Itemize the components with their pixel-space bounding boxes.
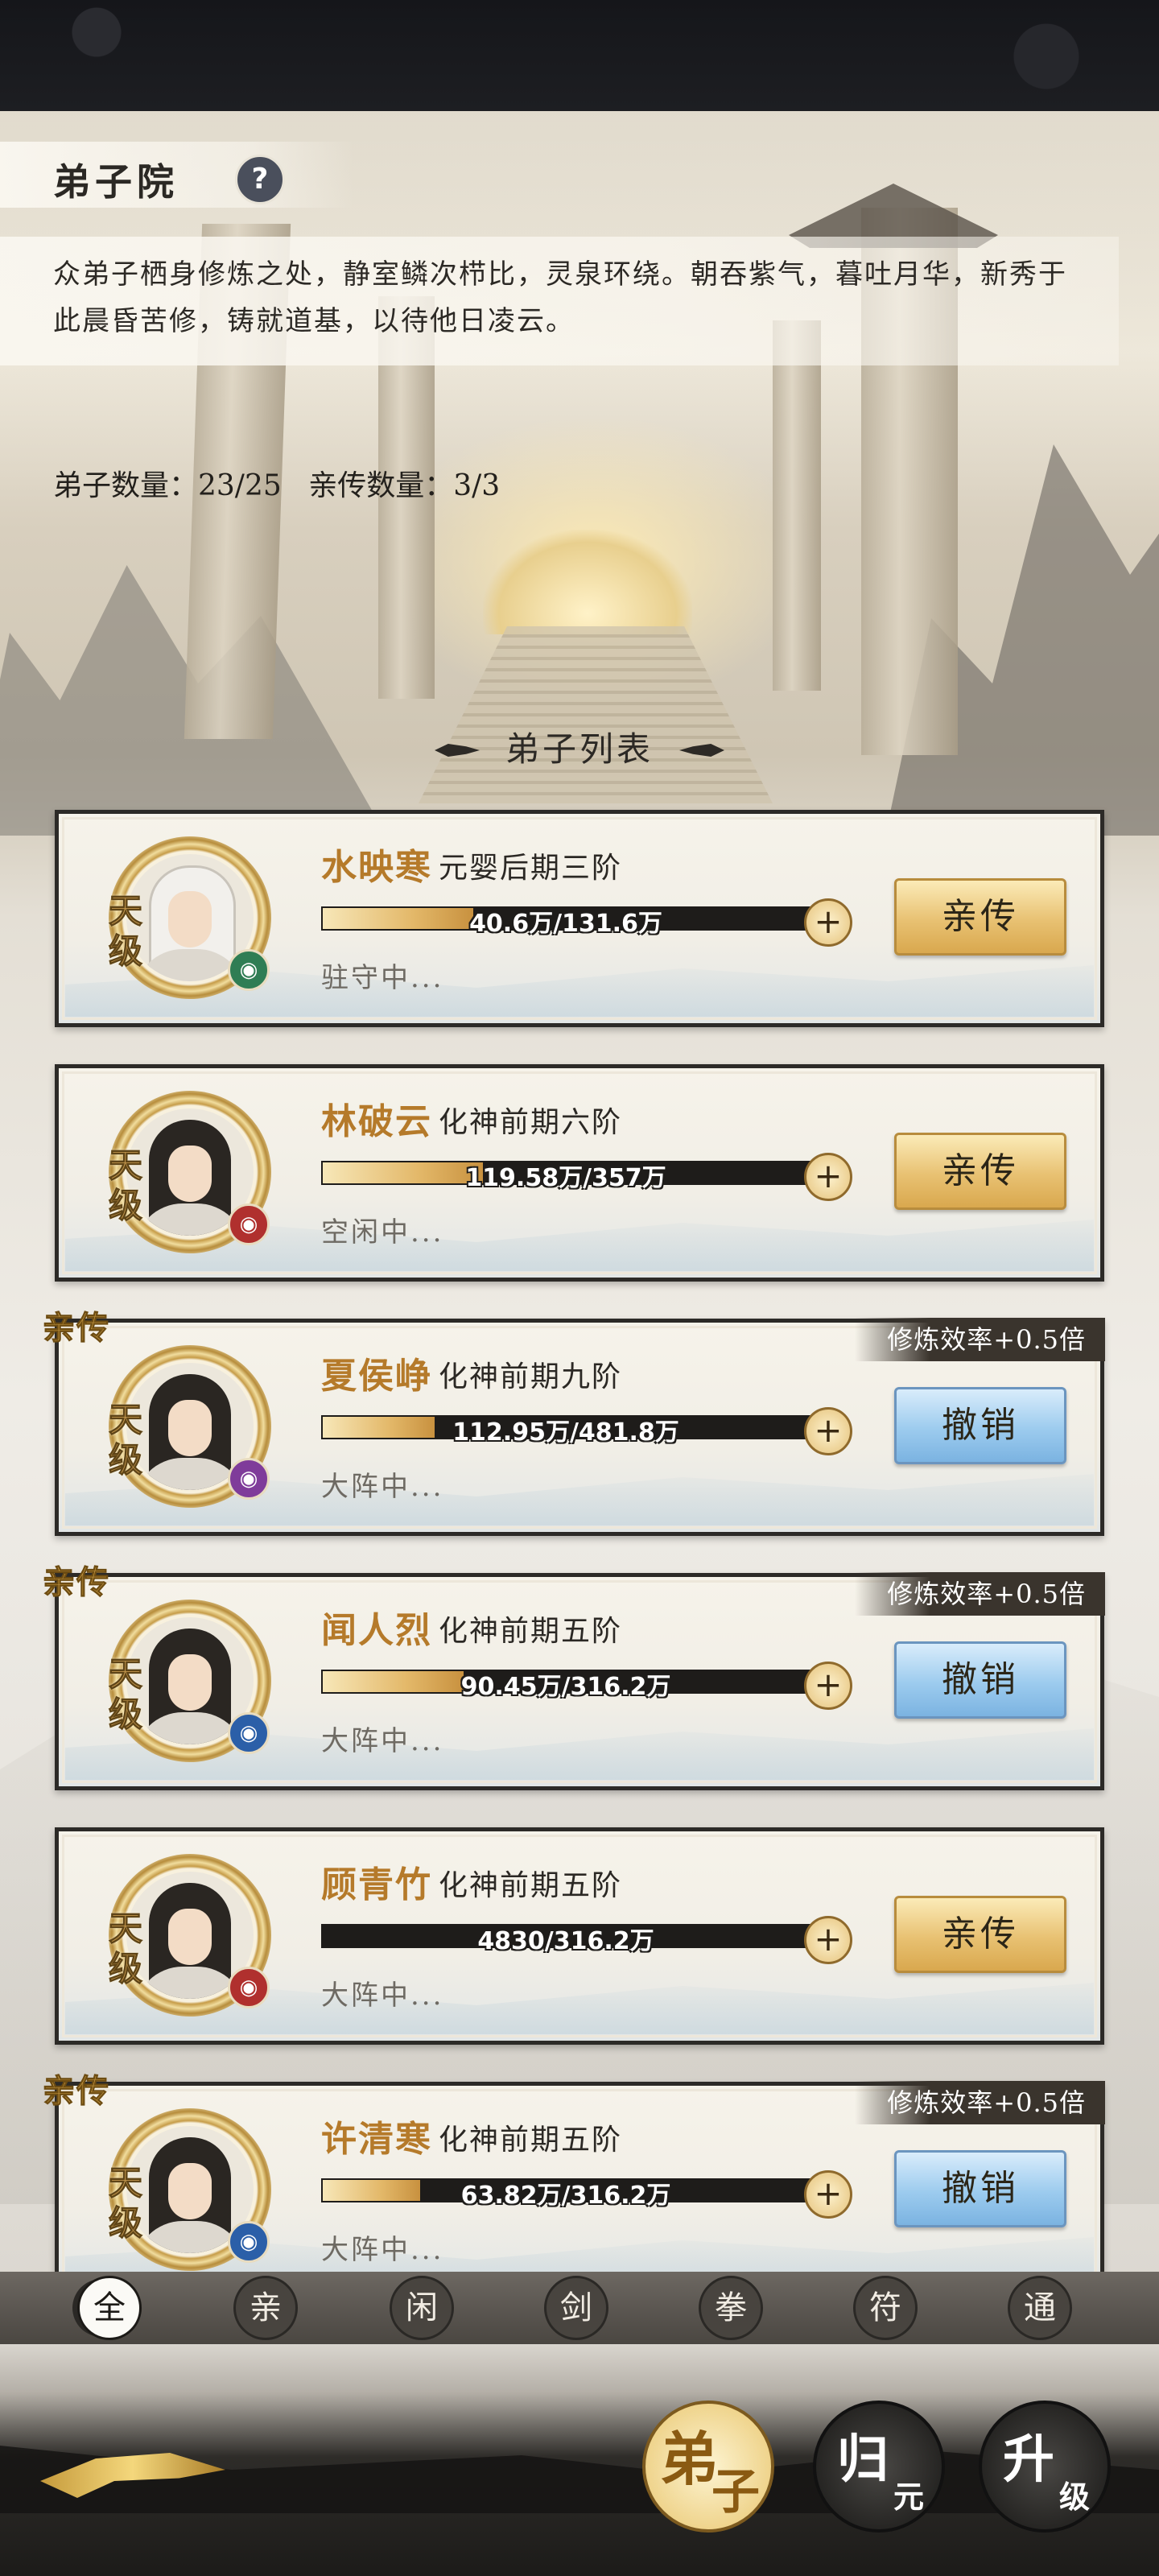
pillar-decoration xyxy=(773,320,821,691)
disciple-status: 大阵中... xyxy=(321,1471,444,1503)
disciple-status: 大阵中... xyxy=(321,1725,444,1757)
core-disciple-tag: 亲传 xyxy=(43,1563,110,1602)
filter-button[interactable]: 亲 xyxy=(233,2276,298,2340)
nav-label-sub: 级 xyxy=(1058,2479,1090,2515)
disciple-name: 顾青竹 xyxy=(321,1864,432,1905)
disciple-name: 林破云 xyxy=(321,1101,432,1142)
fist-icon: ◉ xyxy=(228,1967,270,2008)
revoke-button[interactable]: 撤销 xyxy=(894,2150,1066,2227)
filter-button[interactable]: 拳 xyxy=(699,2276,763,2340)
ornament-icon xyxy=(435,744,480,757)
disciple-card[interactable]: 天级 ◉ 顾青竹 化神前期五阶 4830/316.2万 + 大阵中... 亲传 xyxy=(55,1827,1104,2045)
ornament-icon xyxy=(679,744,724,757)
fist-icon: ◉ xyxy=(228,1203,270,1245)
revoke-button[interactable]: 撤销 xyxy=(894,1387,1066,1464)
filter-button[interactable]: 全 xyxy=(77,2276,142,2340)
appoint-core-button[interactable]: 亲传 xyxy=(894,878,1066,956)
training-rate-tag: 修炼效率+0.5倍 xyxy=(855,1318,1105,1361)
disciple-count: 弟子数量：23/25 xyxy=(53,469,282,502)
add-exp-button[interactable]: + xyxy=(804,1916,852,1964)
exp-progress-bar: 40.6万/131.6万 xyxy=(321,906,810,938)
appoint-core-button[interactable]: 亲传 xyxy=(894,1133,1066,1210)
grade-label: 天级 xyxy=(109,1909,143,1989)
exp-value: 119.58万/357万 xyxy=(465,1164,666,1192)
filter-button[interactable]: 闲 xyxy=(390,2276,454,2340)
disciple-status: 驻守中... xyxy=(321,962,444,994)
disciple-realm: 化神前期五阶 xyxy=(439,1869,623,1902)
return-nav-button[interactable]: 归元 xyxy=(813,2401,945,2533)
help-icon[interactable]: ? xyxy=(235,155,285,204)
add-exp-button[interactable]: + xyxy=(804,1662,852,1710)
core-disciple-count: 亲传数量：3/3 xyxy=(308,469,501,502)
disciple-name: 夏侯峥 xyxy=(321,1356,432,1397)
upgrade-nav-button[interactable]: 升级 xyxy=(979,2401,1111,2533)
disciple-status: 空闲中... xyxy=(321,1216,444,1249)
disciple-status: 大阵中... xyxy=(321,1979,444,2012)
nav-label-main: 升 xyxy=(1003,2429,1054,2490)
grade-label: 天级 xyxy=(109,1146,143,1226)
disciple-name: 许清寒 xyxy=(321,2119,432,2160)
sword-icon: ◉ xyxy=(228,2221,270,2263)
water-swirl-icon: ◉ xyxy=(228,949,270,991)
disciple-status: 大阵中... xyxy=(321,2234,444,2266)
core-disciple-tag: 亲传 xyxy=(43,2072,110,2111)
count-summary: 弟子数量：23/25 亲传数量：3/3 xyxy=(53,462,518,504)
exp-value: 40.6万/131.6万 xyxy=(469,910,662,938)
disciple-card[interactable]: 天级 ◉ 林破云 化神前期六阶 119.58万/357万 + 空闲中... 亲传 xyxy=(55,1064,1104,1282)
grade-label: 天级 xyxy=(109,891,143,972)
disciple-card[interactable]: 天级 ◉ 许清寒 化神前期五阶 63.82万/316.2万 + 大阵中... 撤销 亲传 修炼效率… xyxy=(43,2072,1105,2299)
add-exp-button[interactable]: + xyxy=(804,2170,852,2219)
nav-label-sub: 子 xyxy=(711,2464,760,2520)
nav-label-main: 归 xyxy=(837,2429,889,2490)
filter-button[interactable]: 通 xyxy=(1008,2276,1072,2340)
exp-progress-bar: 119.58万/357万 xyxy=(321,1161,810,1192)
add-exp-button[interactable]: + xyxy=(804,1407,852,1455)
exp-value: 63.82万/316.2万 xyxy=(460,2182,671,2210)
disciple-realm: 元婴后期三阶 xyxy=(439,852,623,885)
nav-label-main: 弟 xyxy=(660,2425,719,2493)
nav-label-sub: 元 xyxy=(893,2479,924,2515)
exp-progress-bar: 112.95万/481.8万 xyxy=(321,1415,810,1447)
description-text: 众弟子栖身修炼之处，静室鳞次栉比，灵泉环绕。朝吞紫气，暮吐月华，新秀于此晨昏苦修… xyxy=(53,258,1067,337)
list-title-text: 弟子列表 xyxy=(505,729,654,769)
list-title: 弟子列表 xyxy=(435,721,724,778)
add-exp-button[interactable]: + xyxy=(804,898,852,947)
disciple-realm: 化神前期九阶 xyxy=(439,1360,623,1393)
disciple-realm: 化神前期六阶 xyxy=(439,1106,623,1139)
disciple-realm: 化神前期五阶 xyxy=(439,2124,623,2157)
exp-value: 90.45万/316.2万 xyxy=(460,1673,671,1701)
grade-label: 天级 xyxy=(109,1400,143,1480)
page-title: 弟子院 xyxy=(53,160,179,204)
disciple-realm: 化神前期五阶 xyxy=(439,1615,623,1648)
disciple-card[interactable]: 天级 ◉ 闻人烈 化神前期五阶 90.45万/316.2万 + 大阵中... 撤销 亲传 修炼效率… xyxy=(43,1563,1105,1790)
revoke-button[interactable]: 撤销 xyxy=(894,1641,1066,1719)
training-rate-tag: 修炼效率+0.5倍 xyxy=(855,2081,1105,2124)
vortex-icon: ◉ xyxy=(228,1458,270,1500)
sword-icon: ◉ xyxy=(228,1712,270,1754)
core-disciple-tag: 亲传 xyxy=(43,1309,110,1348)
grade-label: 天级 xyxy=(109,2163,143,2244)
exp-progress-bar: 4830/316.2万 xyxy=(321,1924,810,1955)
training-rate-tag: 修炼效率+0.5倍 xyxy=(855,1572,1105,1616)
filter-button[interactable]: 剑 xyxy=(544,2276,608,2340)
filter-button[interactable]: 符 xyxy=(853,2276,918,2340)
disciple-name: 水映寒 xyxy=(321,847,432,888)
grade-label: 天级 xyxy=(109,1654,143,1735)
disciple-card[interactable]: 天级 ◉ 水映寒 元婴后期三阶 40.6万/131.6万 + 驻守中... 亲传 xyxy=(55,810,1104,1027)
appoint-core-button[interactable]: 亲传 xyxy=(894,1896,1066,1973)
exp-progress-bar: 63.82万/316.2万 xyxy=(321,2178,810,2210)
top-status-area xyxy=(0,0,1159,111)
exp-value: 4830/316.2万 xyxy=(477,1927,654,1955)
disciple-name: 闻人烈 xyxy=(321,1610,432,1651)
disciple-card[interactable]: 天级 ◉ 夏侯峥 化神前期九阶 112.95万/481.8万 + 大阵中... 撤销 亲传 修炼效… xyxy=(43,1309,1105,1536)
exp-progress-bar: 90.45万/316.2万 xyxy=(321,1670,810,1701)
disciples-nav-button[interactable]: 弟子 xyxy=(642,2401,774,2533)
exp-value: 112.95万/481.8万 xyxy=(452,1418,679,1447)
add-exp-button[interactable]: + xyxy=(804,1153,852,1201)
golden-lotus-decoration xyxy=(483,530,692,634)
